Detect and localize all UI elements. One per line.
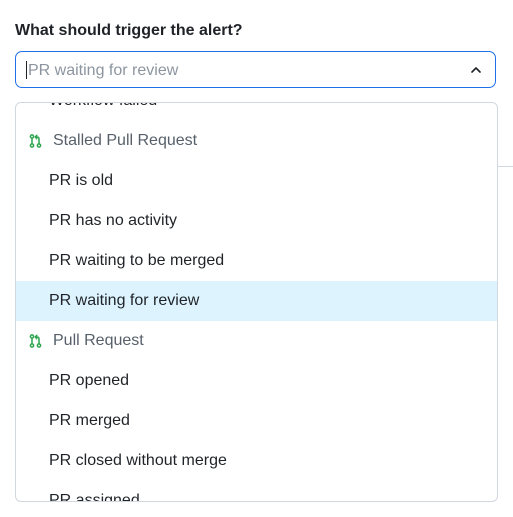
background-divider [497, 166, 513, 167]
option-label: PR assigned [49, 492, 140, 502]
group-label: Pull Request [53, 332, 144, 349]
option-label: PR has no activity [49, 212, 178, 229]
pull-request-icon [29, 134, 42, 148]
dropdown-option[interactable]: PR assigned [16, 481, 497, 502]
option-label: PR closed without merge [49, 452, 227, 469]
dropdown-group-header: Stalled Pull Request [16, 121, 497, 161]
option-label: PR merged [49, 412, 130, 429]
option-label: PR waiting for review [49, 292, 200, 309]
dropdown-group-header: Pull Request [16, 321, 497, 361]
trigger-dropdown-menu[interactable]: Workflow failed Stalled Pull Request PR is… [15, 102, 498, 502]
group-label: Stalled Pull Request [53, 132, 198, 149]
dropdown-option[interactable]: PR waiting to be merged [16, 241, 497, 281]
dropdown-list: Workflow failed Stalled Pull Request PR is… [16, 103, 497, 502]
dropdown-option[interactable]: PR closed without merge [16, 441, 497, 481]
dropdown-option-selected[interactable]: PR waiting for review [16, 281, 497, 321]
dropdown-option[interactable]: PR has no activity [16, 201, 497, 241]
dropdown-option[interactable]: PR merged [16, 401, 497, 441]
dropdown-option[interactable]: PR opened [16, 361, 497, 401]
trigger-field-label: What should trigger the alert? [15, 22, 243, 39]
option-label: PR waiting to be merged [49, 252, 225, 269]
select-placeholder: PR waiting for review [28, 62, 179, 79]
option-label: Workflow failed [49, 103, 157, 111]
pull-request-icon [29, 334, 42, 348]
dropdown-option[interactable]: Workflow failed [16, 103, 497, 121]
dropdown-option[interactable]: PR is old [16, 161, 497, 201]
text-cursor [26, 61, 27, 79]
alert-trigger-page: What should trigger the alert? PR waitin… [0, 0, 513, 517]
chevron-up-icon[interactable] [469, 63, 483, 77]
trigger-select[interactable]: PR waiting for review [15, 51, 496, 88]
option-label: PR is old [49, 172, 114, 189]
option-label: PR opened [49, 372, 130, 389]
